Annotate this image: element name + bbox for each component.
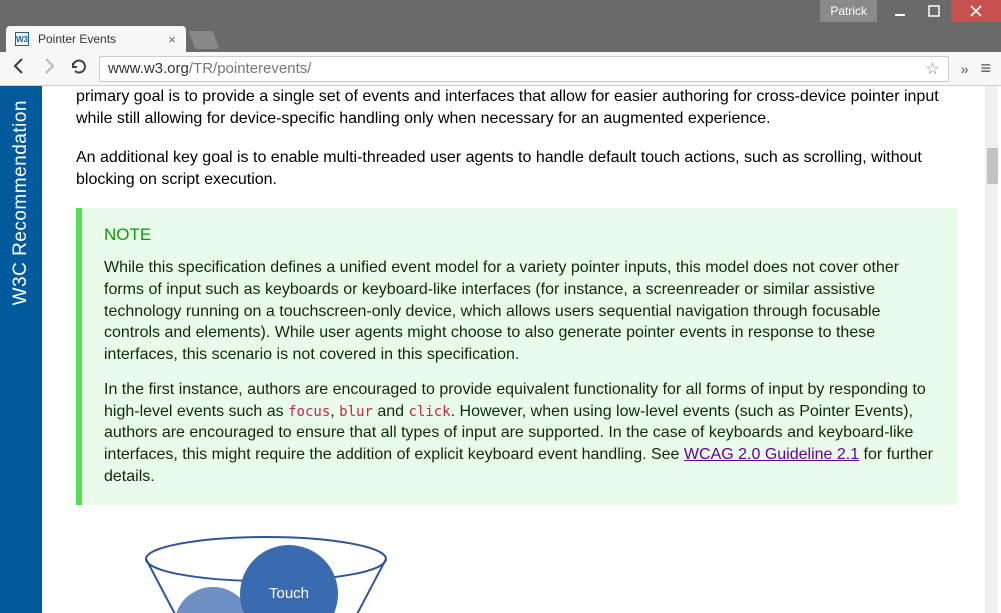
tab-close-icon[interactable]: × — [168, 32, 176, 47]
code-click: click — [408, 404, 450, 420]
browser-toolbar: www.w3.org/TR/pointerevents/ ☆ » ≡ — [0, 52, 1001, 86]
browser-menu-button[interactable]: ≡ — [980, 58, 991, 79]
browser-tab-strip: W3 Pointer Events × — [0, 22, 1001, 52]
bookmark-star-icon[interactable]: ☆ — [925, 59, 939, 79]
scrollbar-thumb[interactable] — [987, 148, 998, 184]
pointer-funnel-figure: Pen Touch — [76, 535, 957, 613]
wcag-link[interactable]: WCAG 2.0 Guideline 2.1 — [684, 446, 859, 463]
forward-button[interactable] — [40, 57, 58, 80]
w3c-sidebar-badge: W3C Recommendation — [0, 86, 42, 613]
user-badge[interactable]: Patrick — [820, 0, 877, 22]
reload-button[interactable] — [70, 58, 87, 80]
url-domain: www.w3.org — [108, 60, 189, 77]
tab-title: Pointer Events — [38, 32, 160, 46]
extensions-overflow-button[interactable]: » — [961, 61, 969, 77]
browser-viewport: W3C Recommendation primary goal is to pr… — [0, 86, 1001, 613]
note-heading: NOTE — [104, 224, 935, 247]
new-tab-button[interactable] — [189, 31, 220, 49]
intro-paragraph-2: An additional key goal is to enable mult… — [76, 147, 957, 190]
window-close-button[interactable] — [951, 0, 1001, 22]
window-maximize-button[interactable] — [917, 0, 951, 22]
window-minimize-button[interactable] — [883, 0, 917, 22]
note-paragraph-2: In the first instance, authors are encou… — [104, 379, 935, 487]
intro-paragraph-1: primary goal is to provide a single set … — [76, 86, 957, 129]
note-paragraph-1: While this specification defines a unifi… — [104, 257, 935, 365]
window-titlebar: Patrick — [0, 0, 1001, 22]
sidebar-badge-label: W3C Recommendation — [10, 90, 32, 315]
tab-favicon: W3 — [14, 31, 30, 47]
vertical-scrollbar[interactable] — [985, 86, 998, 613]
address-bar[interactable]: www.w3.org/TR/pointerevents/ ☆ — [99, 56, 949, 82]
back-button[interactable] — [10, 57, 28, 80]
document-body: primary goal is to provide a single set … — [42, 86, 985, 613]
browser-tab[interactable]: W3 Pointer Events × — [6, 26, 186, 52]
code-blur: blur — [339, 404, 373, 420]
url-path: /TR/pointerevents/ — [189, 60, 312, 77]
code-focus: focus — [288, 404, 330, 420]
note-callout: NOTE While this specification defines a … — [76, 208, 957, 505]
